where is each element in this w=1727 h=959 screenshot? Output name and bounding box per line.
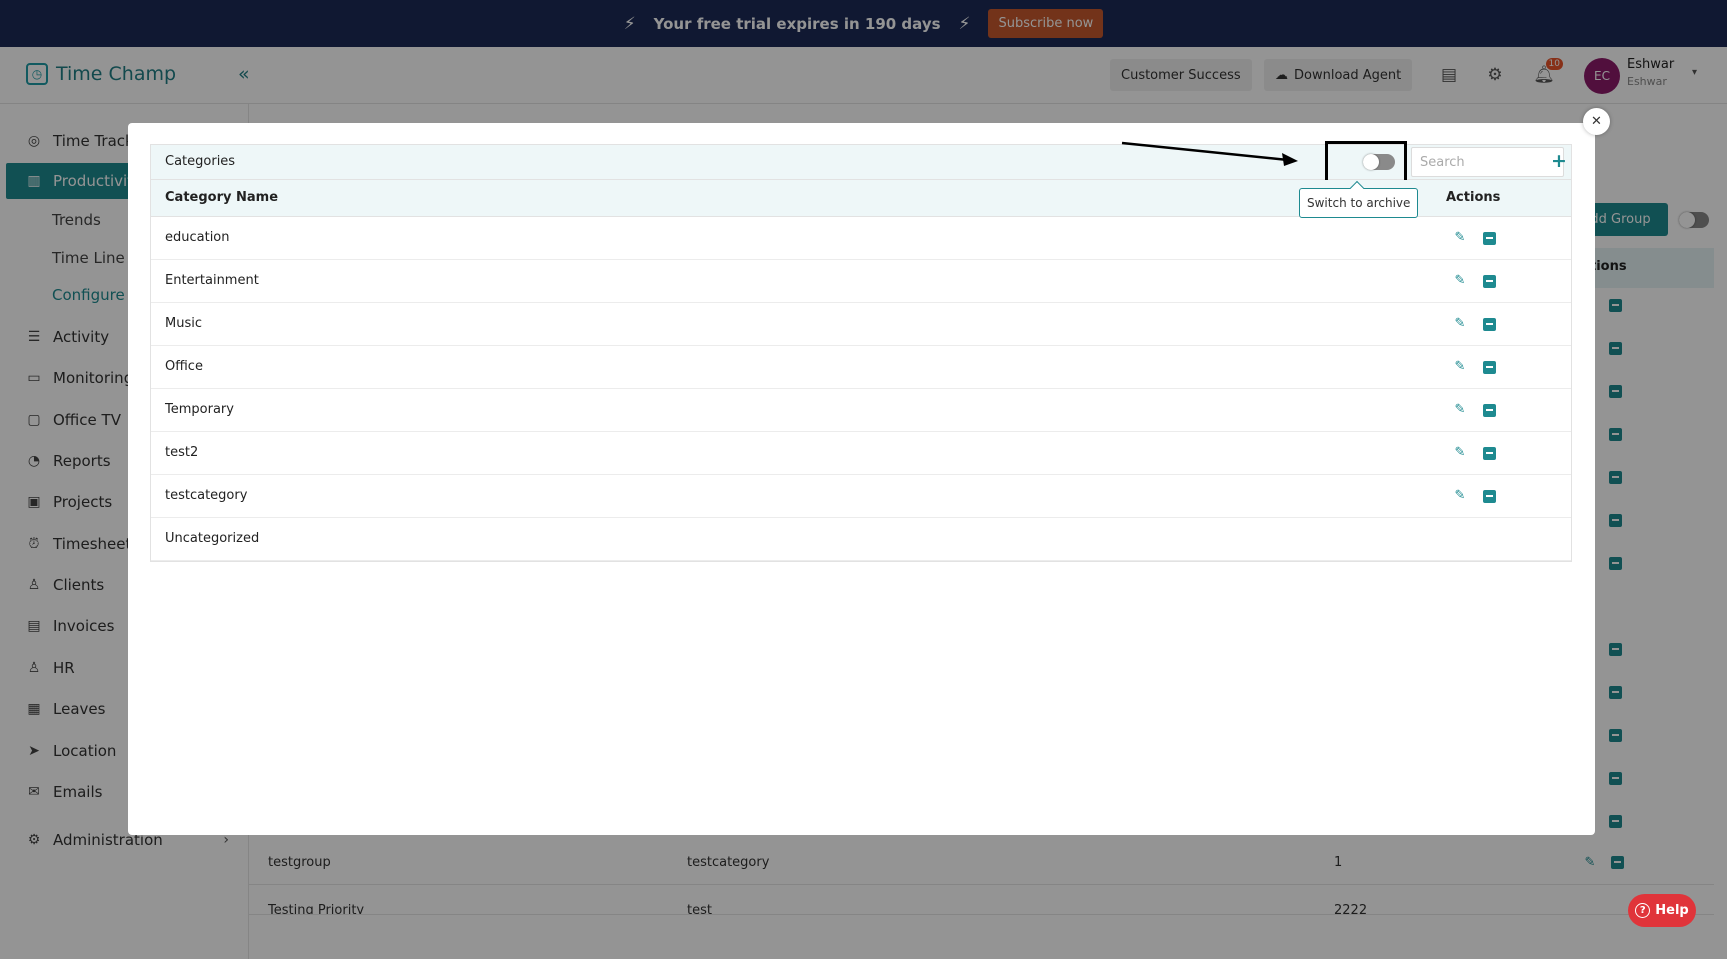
- column-header-category-name[interactable]: Category Name: [165, 190, 278, 205]
- question-icon: ?: [1635, 903, 1651, 918]
- edit-icon[interactable]: ✎: [1453, 274, 1467, 288]
- categories-toolbar: Categories +: [151, 141, 1571, 185]
- archive-icon[interactable]: [1483, 403, 1496, 417]
- table-row: Office ✎: [151, 346, 1571, 389]
- panel-title: Categories: [165, 154, 236, 169]
- edit-icon[interactable]: ✎: [1453, 231, 1467, 245]
- help-label: Help: [1655, 903, 1689, 918]
- archive-icon[interactable]: [1483, 489, 1496, 503]
- archive-icon[interactable]: [1483, 274, 1496, 288]
- search-input[interactable]: [1411, 147, 1564, 177]
- category-name: Uncategorized: [165, 531, 260, 546]
- categories-modal: Categories + Category Name Actions Switc…: [128, 123, 1595, 835]
- edit-icon[interactable]: ✎: [1453, 489, 1467, 503]
- table-row: Music ✎: [151, 303, 1571, 346]
- archive-icon[interactable]: [1483, 231, 1496, 245]
- annotation-highlight-box: [1325, 141, 1407, 185]
- archive-icon[interactable]: [1483, 360, 1496, 374]
- category-name: Temporary: [165, 402, 234, 417]
- help-button[interactable]: ? Help: [1628, 894, 1696, 927]
- edit-icon[interactable]: ✎: [1453, 317, 1467, 331]
- category-name: Music: [165, 316, 202, 331]
- category-name: education: [165, 230, 230, 245]
- archive-icon[interactable]: [1483, 446, 1496, 460]
- edit-icon[interactable]: ✎: [1453, 403, 1467, 417]
- category-name: Entertainment: [165, 273, 259, 288]
- categories-panel: Categories + Category Name Actions Switc…: [150, 141, 1572, 562]
- table-row: testcategory ✎: [151, 475, 1571, 518]
- table-row: Entertainment ✎: [151, 260, 1571, 303]
- table-row: Temporary ✎: [151, 389, 1571, 432]
- table-row: test2 ✎: [151, 432, 1571, 475]
- close-icon[interactable]: ✕: [1583, 108, 1610, 135]
- archive-icon[interactable]: [1483, 317, 1496, 331]
- category-name: Office: [165, 359, 203, 374]
- table-row: Uncategorized: [151, 518, 1571, 561]
- edit-icon[interactable]: ✎: [1453, 446, 1467, 460]
- plus-icon[interactable]: +: [1551, 150, 1567, 172]
- column-header-actions: Actions: [1446, 190, 1501, 205]
- category-name: test2: [165, 445, 199, 460]
- edit-icon[interactable]: ✎: [1453, 360, 1467, 374]
- annotation-arrow: [1121, 141, 1298, 166]
- table-row: education ✎: [151, 217, 1571, 260]
- category-name: testcategory: [165, 488, 248, 503]
- tooltip: Switch to archive: [1299, 188, 1419, 218]
